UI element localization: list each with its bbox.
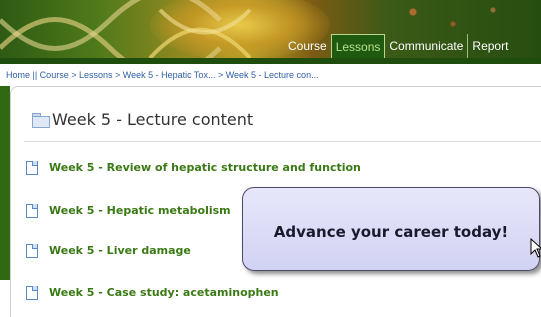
nav-report[interactable]: Report: [467, 34, 512, 58]
lesson-link[interactable]: Week 5 - Liver damage: [26, 244, 191, 258]
nav-lessons[interactable]: Lessons: [330, 34, 386, 58]
advertisement-banner[interactable]: Advance your career today!: [242, 187, 540, 271]
lesson-link[interactable]: Week 5 - Hepatic metabolism: [26, 204, 231, 218]
lesson-title[interactable]: Week 5 - Hepatic metabolism: [49, 204, 231, 217]
page-title: Week 5 - Lecture content: [32, 110, 253, 129]
nav-course[interactable]: Course: [284, 34, 331, 58]
ad-text[interactable]: Advance your career today!: [243, 188, 539, 276]
lesson-title[interactable]: Week 5 - Liver damage: [49, 244, 191, 257]
lesson-link[interactable]: Week 5 - Review of hepatic structure and…: [26, 161, 361, 175]
breadcrumb: Home || Course > Lessons > Week 5 - Hepa…: [0, 64, 541, 86]
document-icon: [26, 244, 38, 258]
lesson-title[interactable]: Week 5 - Review of hepatic structure and…: [49, 161, 361, 174]
nav-communicate[interactable]: Communicate: [385, 34, 467, 58]
header-banner: Course Lessons Communicate Report: [0, 0, 541, 58]
top-navigation: Course Lessons Communicate Report: [284, 34, 512, 58]
page-title-text: Week 5 - Lecture content: [52, 110, 254, 129]
folder-icon: [32, 113, 50, 128]
document-icon: [26, 161, 38, 175]
breadcrumb-text[interactable]: Home || Course > Lessons > Week 5 - Hepa…: [6, 70, 319, 80]
cursor-arrow-icon: [530, 238, 541, 258]
lesson-title[interactable]: Week 5 - Case study: acetaminophen: [49, 286, 279, 299]
left-border: [0, 86, 10, 311]
lesson-link[interactable]: Week 5 - Case study: acetaminophen: [26, 286, 279, 300]
document-icon: [26, 204, 38, 218]
document-icon: [26, 286, 38, 300]
title-divider: [24, 141, 541, 142]
